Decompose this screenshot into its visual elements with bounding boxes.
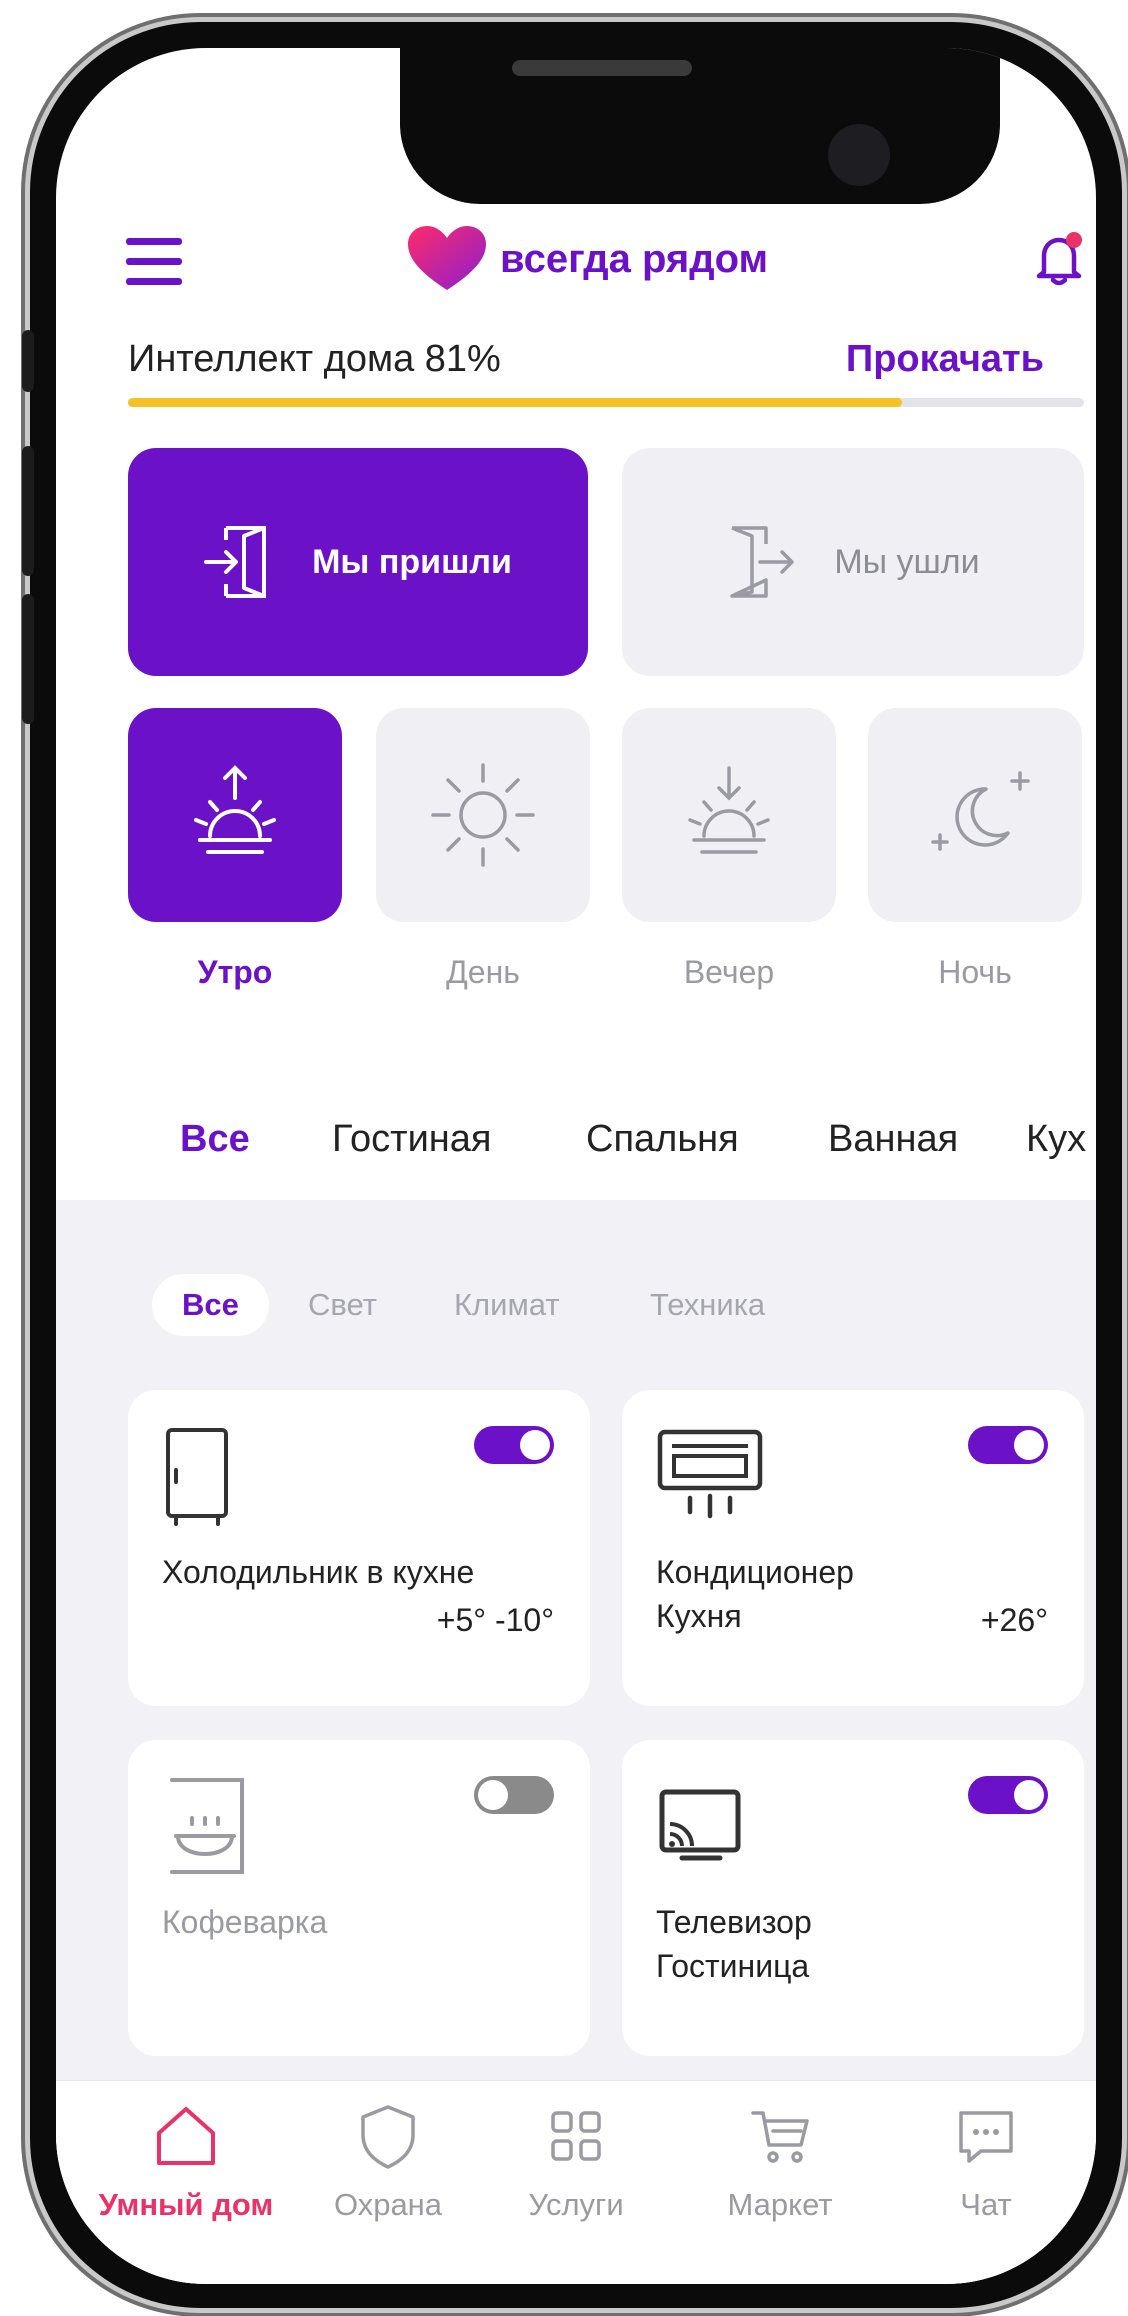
category-chip-light[interactable]: Свет xyxy=(308,1274,377,1336)
scene-left-button[interactable]: Мы ушли xyxy=(622,448,1084,676)
device-name: Холодильник в кухне xyxy=(162,1554,475,1590)
device-card-fridge[interactable]: Холодильник в кухне +5° -10° xyxy=(128,1390,590,1706)
brand-logo: всегда рядом xyxy=(408,224,768,294)
sun-icon xyxy=(431,763,535,867)
device-temperature: +26° xyxy=(980,1602,1048,1638)
menu-icon[interactable] xyxy=(126,238,182,286)
room-tab-kitchen[interactable]: Кух xyxy=(1026,1118,1086,1161)
nav-services[interactable]: Услуги xyxy=(476,2101,676,2223)
device-card-tv[interactable]: Телевизор Гостиница xyxy=(622,1740,1084,2056)
volume-up-button xyxy=(22,446,34,576)
tod-day-button[interactable] xyxy=(376,708,590,922)
room-tabs: Все Гостиная Спальня Ванная Кух xyxy=(56,1092,1096,1202)
fridge-icon xyxy=(166,1428,228,1526)
room-tab-living-room[interactable]: Гостиная xyxy=(332,1118,492,1161)
room-tab-bedroom[interactable]: Спальня xyxy=(586,1118,739,1161)
category-chip-all[interactable]: Все xyxy=(152,1274,269,1336)
volume-down-button xyxy=(22,594,34,724)
shield-icon xyxy=(361,2105,415,2169)
device-toggle[interactable] xyxy=(474,1776,554,1814)
scene-left-label: Мы ушли xyxy=(834,542,980,581)
tod-evening-button[interactable] xyxy=(622,708,836,922)
nav-label: Умный дом xyxy=(98,2187,274,2222)
sunrise-icon xyxy=(194,765,276,854)
nav-label: Маркет xyxy=(727,2187,833,2222)
room-tab-bathroom[interactable]: Ванная xyxy=(828,1118,958,1161)
chat-icon xyxy=(959,2111,1013,2163)
home-intellect-label: Интеллект дома 81% xyxy=(128,338,501,380)
nav-label: Чат xyxy=(960,2187,1012,2222)
room-tab-all[interactable]: Все xyxy=(180,1118,250,1161)
brand-name: всегда рядом xyxy=(500,236,769,281)
front-camera xyxy=(828,124,890,186)
category-chip-climate[interactable]: Климат xyxy=(454,1274,560,1336)
device-card-air-conditioner[interactable]: Кондиционер Кухня +26° xyxy=(622,1390,1084,1706)
device-card-coffee-maker[interactable]: Кофеварка xyxy=(128,1740,590,2056)
tod-day-label: День xyxy=(446,954,520,990)
nav-security[interactable]: Охрана xyxy=(288,2101,488,2223)
tod-evening-label: Вечер xyxy=(683,954,775,990)
phone-notch xyxy=(400,48,1000,204)
intellect-progress-bar xyxy=(128,398,1084,407)
grid-icon xyxy=(551,2111,601,2161)
tod-morning-button[interactable] xyxy=(128,708,342,922)
tod-night-button[interactable] xyxy=(868,708,1082,922)
device-toggle[interactable] xyxy=(474,1426,554,1464)
intellect-progress-fill xyxy=(128,398,903,407)
home-icon xyxy=(157,2107,215,2165)
heart-logo-icon xyxy=(408,226,486,290)
air-conditioner-icon xyxy=(657,1429,763,1519)
nav-label: Охрана xyxy=(333,2187,443,2222)
coffee-maker-icon xyxy=(170,1778,244,1874)
device-toggle[interactable] xyxy=(968,1426,1048,1464)
device-name: Телевизор Гостиница xyxy=(656,1904,812,1984)
notification-bell-icon[interactable] xyxy=(1034,230,1084,288)
phone-screen: всегда рядом Интеллект дома 81% Прокачат… xyxy=(56,48,1096,2284)
tv-cast-icon xyxy=(659,1789,741,1861)
device-name: Кофеварка xyxy=(162,1904,328,1940)
scene-arrived-button[interactable]: Мы пришли xyxy=(128,448,588,676)
door-enter-icon xyxy=(204,526,267,598)
earpiece-speaker xyxy=(512,60,692,76)
nav-chat[interactable]: Чат xyxy=(886,2101,1086,2223)
mute-switch xyxy=(22,330,34,392)
nav-label: Услуги xyxy=(528,2187,624,2222)
device-toggle[interactable] xyxy=(968,1776,1048,1814)
tod-morning-label: Утро xyxy=(197,954,273,990)
upgrade-link[interactable]: Прокачать xyxy=(846,338,1044,381)
category-chip-appliances[interactable]: Техника xyxy=(650,1274,765,1336)
moon-icon xyxy=(931,771,1030,851)
door-exit-icon xyxy=(730,526,795,598)
nav-market[interactable]: Маркет xyxy=(680,2101,880,2223)
tod-night-label: Ночь xyxy=(938,954,1012,990)
scene-arrived-label: Мы пришли xyxy=(312,542,512,581)
nav-smart-home[interactable]: Умный дом xyxy=(86,2101,286,2223)
bottom-navigation: Умный дом Охрана Услуги Маркет Чат xyxy=(56,2080,1096,2284)
sunset-icon xyxy=(688,766,770,854)
device-temperature: +5° -10° xyxy=(436,1602,554,1638)
cart-icon xyxy=(751,2111,809,2163)
